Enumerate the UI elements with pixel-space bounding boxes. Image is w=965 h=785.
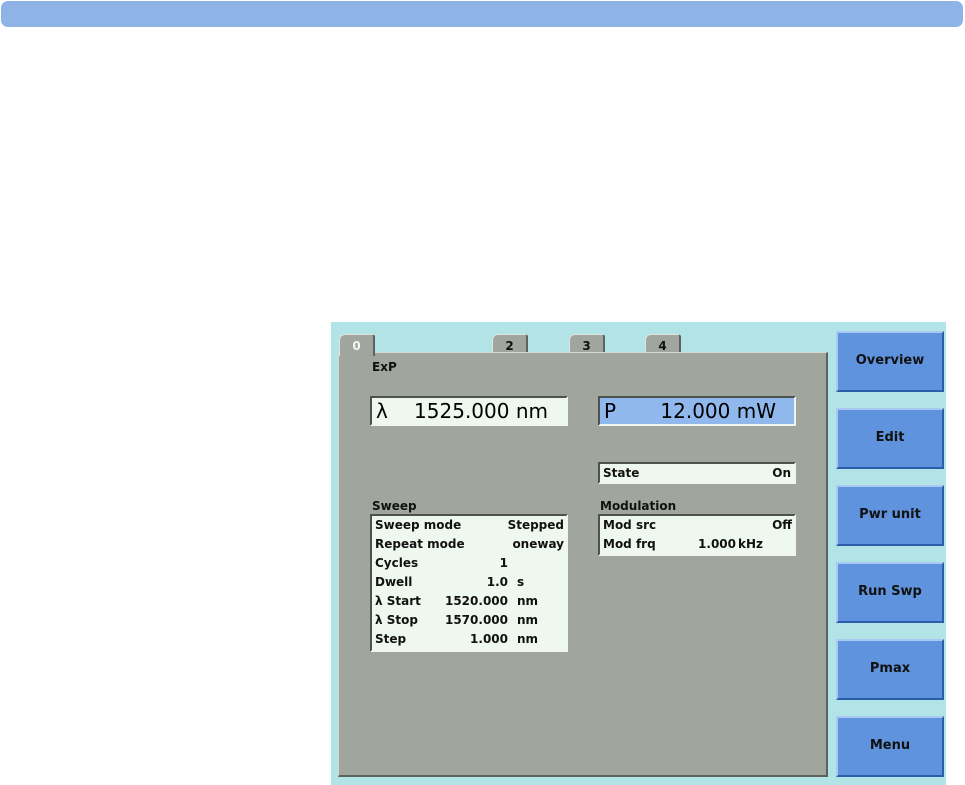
edit-button[interactable]: Edit [836, 408, 944, 469]
row-label: Cycles [375, 556, 419, 570]
power-field[interactable]: P 12.000 mW [598, 396, 796, 426]
row-label: Mod src [603, 518, 657, 532]
row-value: 1.000 [470, 632, 508, 646]
run-swp-button[interactable]: Run Swp [836, 562, 944, 623]
row-label: λ Start [375, 594, 421, 608]
power-symbol: P [604, 399, 617, 423]
title-bar [1, 1, 963, 27]
modulation-row-mod-frq[interactable]: Mod frq 1.000 kHz [600, 535, 794, 554]
row-unit: nm [517, 594, 539, 608]
sweep-row-step[interactable]: Step 1.000 nm [372, 630, 566, 649]
row-value: 1 [499, 556, 508, 570]
row-label: Sweep mode [375, 518, 462, 532]
row-value: 1.000 [698, 537, 736, 551]
sweep-row-sweep-mode[interactable]: Sweep mode Stepped [372, 516, 566, 535]
panel-title: ExP [372, 360, 397, 374]
row-value: oneway [512, 537, 564, 551]
state-label: State [603, 466, 640, 480]
sweep-title: Sweep [372, 499, 417, 513]
wavelength-field[interactable]: λ 1525.000 nm [370, 396, 568, 426]
wavelength-value: 1525.000 nm [414, 399, 548, 423]
row-unit: s [517, 575, 525, 589]
sweep-row-cycles[interactable]: Cycles 1 [372, 554, 566, 573]
sweep-row-dwell[interactable]: Dwell 1.0 s [372, 573, 566, 592]
sweep-row-lambda-stop[interactable]: λ Stop 1570.000 nm [372, 611, 566, 630]
row-unit: nm [517, 632, 539, 646]
state-value: On [772, 466, 791, 480]
tab-0[interactable]: 0 [339, 334, 375, 356]
row-label: Step [375, 632, 407, 646]
row-value: Off [772, 518, 792, 532]
tab-2[interactable]: 2 [492, 334, 528, 354]
row-label: Mod frq [603, 537, 656, 551]
power-value: 12.000 mW [660, 399, 776, 423]
sweep-row-repeat-mode[interactable]: Repeat mode oneway [372, 535, 566, 554]
row-label: Dwell [375, 575, 413, 589]
sweep-row-lambda-start[interactable]: λ Start 1520.000 nm [372, 592, 566, 611]
row-value: 1570.000 [444, 613, 508, 627]
row-label: λ Stop [375, 613, 418, 627]
menu-button[interactable]: Menu [836, 716, 944, 777]
row-value: 1520.000 [444, 594, 508, 608]
state-field[interactable]: State On [598, 462, 796, 484]
lambda-symbol: λ [376, 399, 388, 423]
row-unit: nm [517, 613, 539, 627]
tab-3[interactable]: 3 [569, 334, 605, 354]
modulation-title: Modulation [600, 499, 677, 513]
row-value: 1.0 [486, 575, 508, 589]
pwr-unit-button[interactable]: Pwr unit [836, 485, 944, 546]
modulation-table: Mod src Off Mod frq 1.000 kHz [598, 514, 796, 556]
row-label: Repeat mode [375, 537, 465, 551]
overview-button[interactable]: Overview [836, 331, 944, 392]
row-unit: kHz [738, 537, 764, 551]
tab-4[interactable]: 4 [645, 334, 681, 354]
modulation-row-mod-src[interactable]: Mod src Off [600, 516, 794, 535]
pmax-button[interactable]: Pmax [836, 639, 944, 700]
sweep-table: Sweep mode Stepped Repeat mode oneway Cy… [370, 514, 568, 652]
row-value: Stepped [507, 518, 564, 532]
